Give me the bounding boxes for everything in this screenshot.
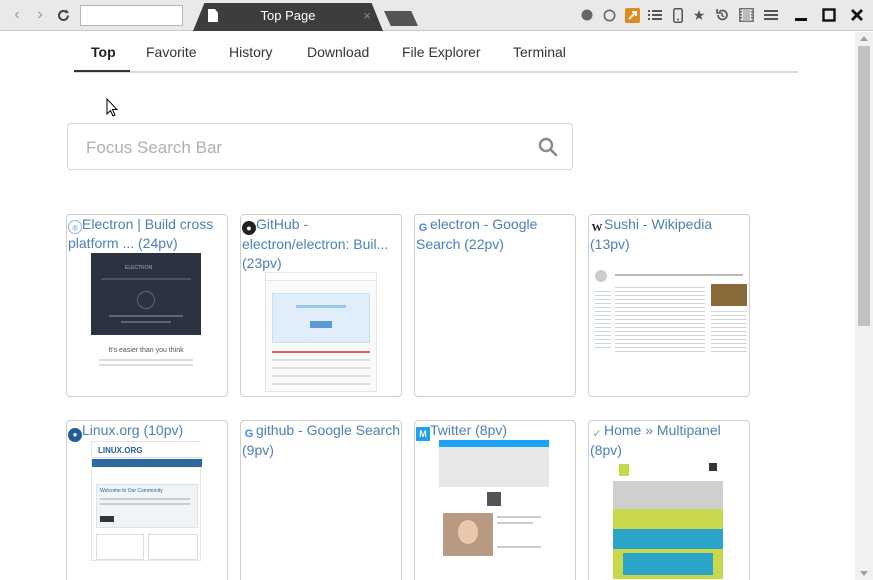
film-icon[interactable] xyxy=(738,7,754,23)
scroll-down-arrow-icon[interactable] xyxy=(860,571,868,576)
card-electron[interactable]: ⚛ Electron | Build cross platform ... (24… xyxy=(66,214,228,397)
mobile-icon: M xyxy=(416,427,430,441)
vertical-scrollbar[interactable] xyxy=(855,32,873,580)
tab-top[interactable]: Top xyxy=(91,44,116,60)
card-title-link[interactable]: ✓ Home » Multipanel (8pv) xyxy=(589,421,749,460)
thumbnail-tagline: It's easier than you think xyxy=(108,347,184,354)
minimize-icon[interactable] xyxy=(792,6,810,24)
scroll-thumb[interactable] xyxy=(858,46,870,326)
card-title-link[interactable]: Gelectron - Google Search (22pv) xyxy=(415,215,575,254)
thumbnail-image xyxy=(593,268,749,356)
card-title-link[interactable]: W Sushi - Wikipedia (13pv) xyxy=(589,215,749,254)
top-menu: Top Favorite History Download File Explo… xyxy=(74,32,798,73)
scroll-up-arrow-icon[interactable] xyxy=(860,36,868,41)
history-icon[interactable] xyxy=(714,7,730,23)
top-page: Top Favorite History Download File Explo… xyxy=(0,32,855,580)
forward-icon[interactable]: › xyxy=(31,6,49,24)
star-icon[interactable]: ★ xyxy=(691,7,707,23)
back-icon[interactable]: ‹ xyxy=(8,6,26,24)
card-sushi-wikipedia[interactable]: W Sushi - Wikipedia (13pv) xyxy=(588,214,750,397)
tab-download[interactable]: Download xyxy=(307,44,369,60)
github-icon: ● xyxy=(242,221,256,235)
card-twitter[interactable]: M Twitter (8pv) xyxy=(414,420,576,580)
hamburger-menu-icon[interactable] xyxy=(763,7,779,23)
search-icon[interactable] xyxy=(538,137,558,157)
card-multipanel[interactable]: ✓ Home » Multipanel (8pv) xyxy=(588,420,750,580)
card-linux-org[interactable]: ● Linux.org (10pv) LINUX.ORG Welcome to O… xyxy=(66,420,228,580)
mouse-cursor-icon xyxy=(106,98,118,117)
tab-file-explorer[interactable]: File Explorer xyxy=(402,44,481,60)
url-input[interactable] xyxy=(80,5,183,26)
tab-title: Top Page xyxy=(260,8,316,23)
wikipedia-icon: W xyxy=(591,222,603,234)
thumbnail-welcome: Welcome to Our Community xyxy=(100,488,163,494)
card-github-google-search[interactable]: Ggithub - Google Search (9pv) xyxy=(240,420,402,580)
tab-close-icon[interactable]: × xyxy=(363,8,371,23)
reload-icon[interactable] xyxy=(54,6,72,24)
card-title-link[interactable]: ⚛ Electron | Build cross platform ... (24… xyxy=(67,215,227,253)
thumbnail-logo-text: LINUX.ORG xyxy=(98,446,143,455)
list-icon[interactable] xyxy=(647,7,663,23)
record-icon[interactable] xyxy=(579,7,595,23)
linux-org-icon: ● xyxy=(68,428,82,442)
card-title-link[interactable]: Ggithub - Google Search (9pv) xyxy=(241,421,401,460)
thumbnail-image xyxy=(613,459,723,579)
close-window-icon[interactable] xyxy=(848,6,866,24)
tab-favorite[interactable]: Favorite xyxy=(146,44,197,60)
thumbnail-image: ELECTRON It's easier than you think xyxy=(91,253,201,373)
google-icon: G xyxy=(244,428,254,440)
extension-icon[interactable] xyxy=(624,7,640,23)
tab-history[interactable]: History xyxy=(229,44,273,60)
card-title-link[interactable]: ● Linux.org (10pv) xyxy=(67,421,227,442)
google-icon: G xyxy=(418,222,428,234)
thumbnail-image xyxy=(439,440,549,560)
tab-terminal[interactable]: Terminal xyxy=(513,44,566,60)
card-title-link[interactable]: ● GitHub - electron/electron: Buil... (23… xyxy=(241,215,401,273)
card-title-link[interactable]: M Twitter (8pv) xyxy=(415,421,575,441)
thumbnail-logo-text: ELECTRON xyxy=(125,265,153,271)
mobile-icon[interactable] xyxy=(670,7,686,23)
new-tab-button[interactable] xyxy=(384,11,418,26)
tab-top-page[interactable]: Top Page × xyxy=(193,3,383,31)
active-tab-indicator xyxy=(74,70,130,72)
electron-icon: ⚛ xyxy=(68,220,82,234)
search-input[interactable] xyxy=(86,138,506,158)
circle-icon[interactable] xyxy=(601,7,617,23)
search-bar xyxy=(67,123,573,170)
thumbnail-image: LINUX.ORG Welcome to Our Community xyxy=(91,441,202,561)
maximize-icon[interactable] xyxy=(820,6,838,24)
card-electron-google-search[interactable]: Gelectron - Google Search (22pv) xyxy=(414,214,576,397)
card-github[interactable]: ● GitHub - electron/electron: Buil... (23… xyxy=(240,214,402,397)
multipanel-icon: ✓ xyxy=(592,428,602,440)
thumbnail-image xyxy=(265,272,377,392)
browser-chrome: ‹ › Top Page × ★ xyxy=(0,0,873,31)
